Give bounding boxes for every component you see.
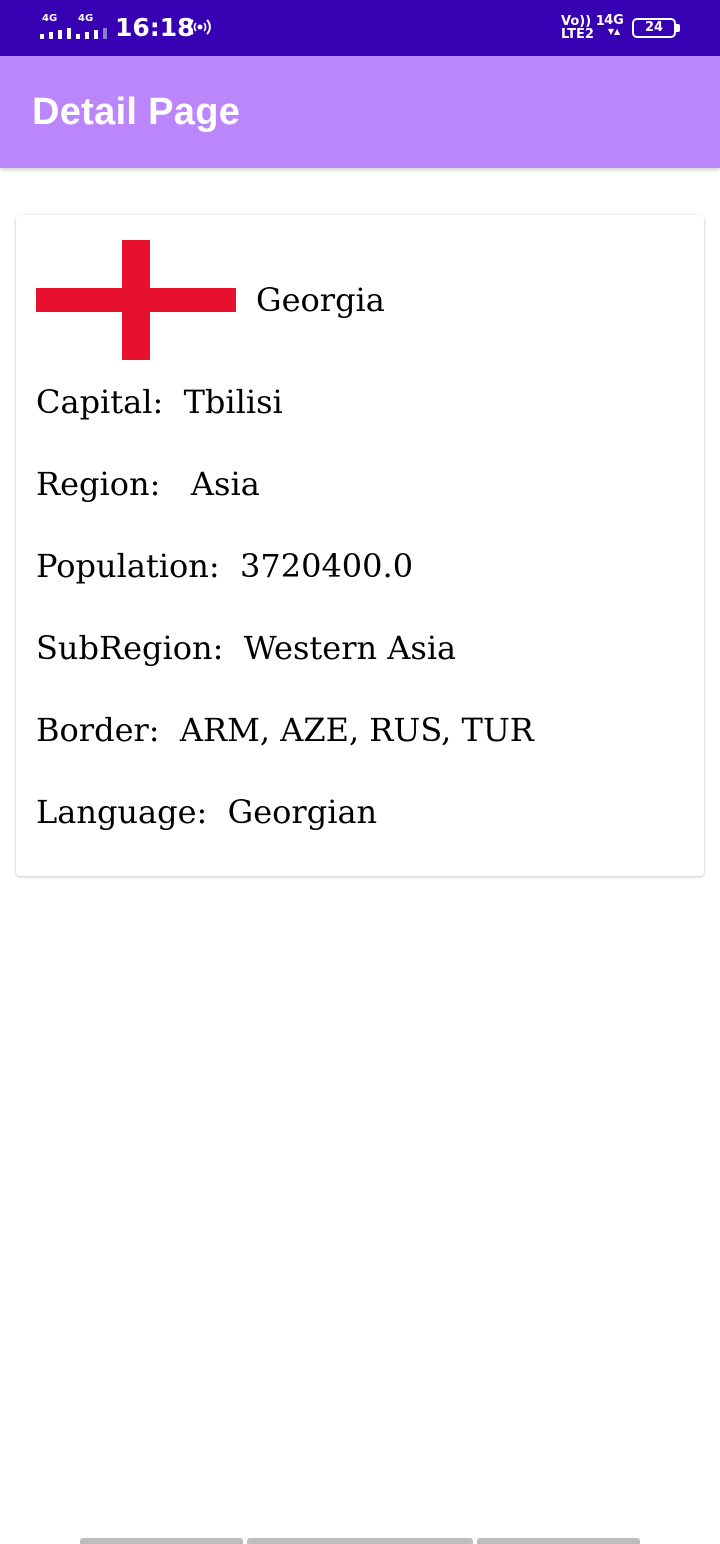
data-network-indicator: 4G ▼▲	[603, 14, 625, 37]
subregion-row: SubRegion: Western Asia	[36, 629, 457, 667]
volte-indicator: Vo)) 1 LTE2	[561, 15, 605, 41]
region-row: Region: Asia	[36, 465, 260, 503]
capital-row: Capital: Tbilisi	[36, 383, 283, 421]
hotspot-icon	[189, 19, 211, 35]
data-arrows-icon: ▼▲	[607, 27, 621, 36]
country-name: Georgia	[256, 281, 385, 319]
page-title: Detail Page	[32, 91, 241, 133]
lte-label: LTE2	[561, 27, 594, 42]
nav-gesture-bar-center[interactable]	[247, 1538, 473, 1544]
status-bar: 4G 4G 16:18 Vo)) 1 LTE2 4G ▼▲ 24	[0, 0, 720, 56]
nav-gesture-bar-right[interactable]	[477, 1538, 640, 1544]
battery-icon: 24	[632, 18, 680, 38]
language-row: Language: Georgian	[36, 793, 378, 831]
signal-strength-icon-sim1: 4G	[40, 14, 74, 40]
app-bar: Detail Page	[0, 56, 720, 168]
network-type-label: 4G	[78, 13, 94, 24]
border-row: Border: ARM, AZE, RUS, TUR	[36, 711, 534, 749]
network-type-label: 4G	[42, 13, 58, 24]
country-detail-card: Georgia Capital: Tbilisi Region: Asia Po…	[16, 215, 704, 876]
nav-gesture-bar-left[interactable]	[80, 1538, 243, 1544]
status-time: 16:18	[115, 13, 195, 42]
data-network-label: 4G	[604, 13, 624, 28]
signal-strength-icon-sim2: 4G	[76, 14, 110, 40]
georgia-flag-icon	[36, 240, 236, 360]
battery-level: 24	[644, 20, 664, 35]
population-row: Population: 3720400.0	[36, 547, 414, 585]
